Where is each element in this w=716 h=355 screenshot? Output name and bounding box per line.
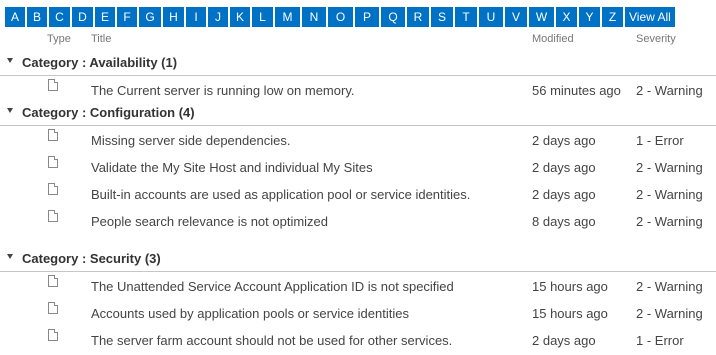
item-severity: 1 - Error [636, 333, 684, 348]
alphabet-filter: A B C D E F G H I J K L M N O P Q R S T … [5, 7, 675, 27]
letter-v[interactable]: V [505, 7, 527, 27]
document-icon [48, 210, 58, 222]
list-item: Missing server side dependencies. 2 days… [0, 126, 716, 153]
list-item: The Unattended Service Account Applicati… [0, 272, 716, 299]
column-header-title[interactable]: Title [91, 33, 111, 45]
letter-s[interactable]: S [431, 7, 453, 27]
item-modified: 8 days ago [532, 214, 596, 229]
item-severity: 2 - Warning [636, 279, 703, 294]
letter-u[interactable]: U [479, 7, 503, 27]
letter-d[interactable]: D [72, 7, 93, 27]
item-severity: 2 - Warning [636, 187, 703, 202]
item-modified: 2 days ago [532, 187, 596, 202]
list-item: Accounts used by application pools or se… [0, 299, 716, 326]
list-item: The server farm account should not be us… [0, 326, 716, 353]
group-label[interactable]: Category : Availability (1) [22, 55, 177, 70]
item-modified: 15 hours ago [532, 279, 608, 294]
item-severity: 2 - Warning [636, 160, 703, 175]
item-modified: 15 hours ago [532, 306, 608, 321]
letter-z[interactable]: Z [602, 7, 623, 27]
document-icon [48, 275, 58, 287]
item-title-link[interactable]: Accounts used by application pools or se… [91, 306, 409, 321]
document-icon [48, 129, 58, 141]
letter-e[interactable]: E [95, 7, 115, 27]
group-label[interactable]: Category : Configuration (4) [22, 105, 195, 120]
document-icon [48, 79, 58, 91]
item-title-link[interactable]: Missing server side dependencies. [91, 133, 290, 148]
letter-y[interactable]: Y [579, 7, 600, 27]
list-item: People search relevance is not optimized… [0, 207, 716, 234]
letter-t[interactable]: T [455, 7, 477, 27]
document-icon [48, 329, 58, 341]
item-title-link[interactable]: The Current server is running low on mem… [91, 83, 354, 98]
document-icon [48, 302, 58, 314]
view-all-button[interactable]: View All [625, 7, 675, 27]
item-title-link[interactable]: Validate the My Site Host and individual… [91, 160, 373, 175]
letter-g[interactable]: G [139, 7, 161, 27]
document-icon [48, 156, 58, 168]
item-title-link[interactable]: People search relevance is not optimized [91, 214, 328, 229]
letter-h[interactable]: H [163, 7, 184, 27]
item-modified: 56 minutes ago [532, 83, 621, 98]
item-title-link[interactable]: The server farm account should not be us… [91, 333, 452, 348]
group-header-security: Category : Security (3) [0, 248, 716, 272]
letter-l[interactable]: L [252, 7, 273, 27]
item-modified: 2 days ago [532, 133, 596, 148]
letter-x[interactable]: X [556, 7, 577, 27]
letter-j[interactable]: J [208, 7, 228, 27]
letter-f[interactable]: F [117, 7, 137, 27]
letter-n[interactable]: N [302, 7, 326, 27]
letter-i[interactable]: I [186, 7, 206, 27]
list-item: Validate the My Site Host and individual… [0, 153, 716, 180]
item-modified: 2 days ago [532, 333, 596, 348]
document-icon [48, 183, 58, 195]
letter-m[interactable]: M [275, 7, 300, 27]
letter-o[interactable]: O [328, 7, 353, 27]
collapse-arrow-icon[interactable] [7, 58, 13, 63]
item-severity: 2 - Warning [636, 306, 703, 321]
column-header-modified[interactable]: Modified [532, 33, 574, 45]
letter-w[interactable]: W [529, 7, 554, 27]
item-title-link[interactable]: Built-in accounts are used as applicatio… [91, 187, 470, 202]
column-header-type[interactable]: Type [47, 33, 71, 45]
item-severity: 2 - Warning [636, 83, 703, 98]
group-label[interactable]: Category : Security (3) [22, 251, 161, 266]
item-severity: 2 - Warning [636, 214, 703, 229]
column-header-severity[interactable]: Severity [636, 33, 676, 45]
letter-q[interactable]: Q [381, 7, 405, 27]
item-title-link[interactable]: The Unattended Service Account Applicati… [91, 279, 454, 294]
letter-c[interactable]: C [49, 7, 70, 27]
group-header-availability: Category : Availability (1) [0, 52, 716, 76]
letter-b[interactable]: B [27, 7, 47, 27]
list-item: Built-in accounts are used as applicatio… [0, 180, 716, 207]
collapse-arrow-icon[interactable] [7, 254, 13, 259]
collapse-arrow-icon[interactable] [7, 108, 13, 113]
list-item: The Current server is running low on mem… [0, 76, 716, 103]
letter-a[interactable]: A [5, 7, 25, 27]
group-header-configuration: Category : Configuration (4) [0, 102, 716, 126]
letter-p[interactable]: P [355, 7, 379, 27]
item-severity: 1 - Error [636, 133, 684, 148]
letter-k[interactable]: K [230, 7, 250, 27]
letter-r[interactable]: R [407, 7, 429, 27]
item-modified: 2 days ago [532, 160, 596, 175]
